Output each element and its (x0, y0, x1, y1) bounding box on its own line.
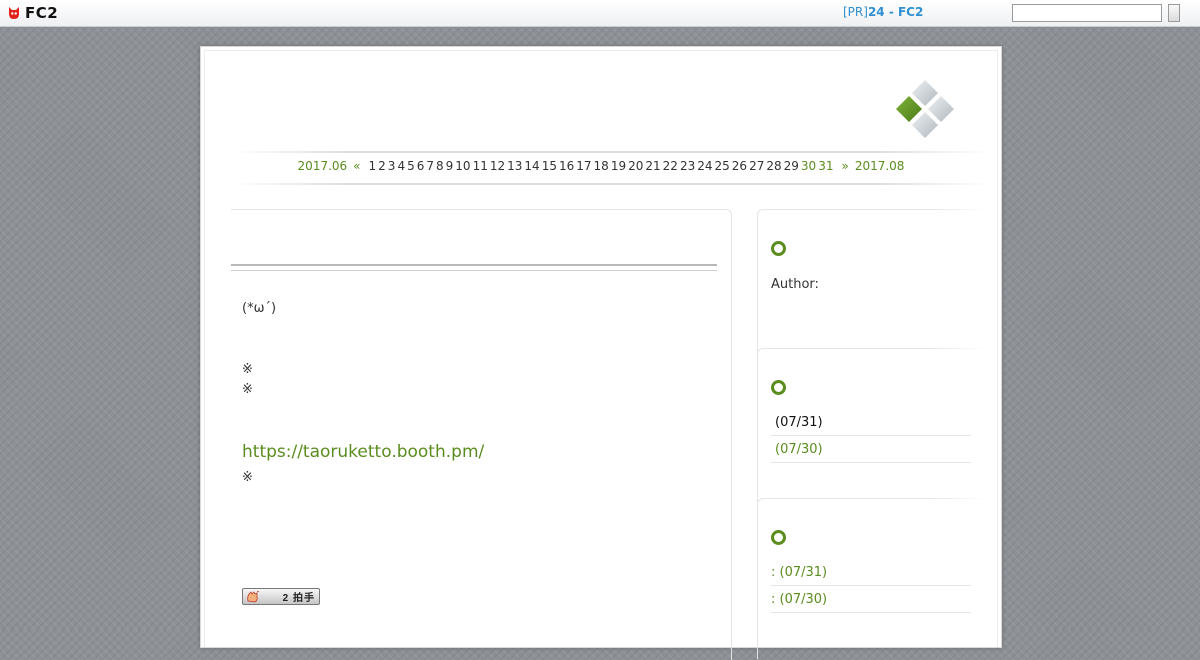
blog-page: 2017.06 «1 2 3 4 5 6 7 8 9 10 11 12 13 14 15 16 17 18 19 20 2… (200, 46, 1002, 660)
pr-ad-link[interactable]: [PR]24 - FC2 (843, 5, 923, 19)
calendar-day: 14 (524, 159, 540, 173)
fc2-logo[interactable]: FC2 (6, 4, 58, 22)
calendar-day: 8 (436, 159, 444, 173)
calendar-day: 17 (576, 159, 592, 173)
recent-comment-item[interactable]: : (07/31) (771, 560, 971, 586)
calendar-day: 24 (697, 159, 713, 173)
recent-entry-item[interactable]: (07/31) (771, 410, 971, 436)
booth-link[interactable]: https://taoruketto.booth.pm/ (242, 442, 484, 462)
entry-mark: ※ (242, 470, 253, 485)
entry-mark: ※ (242, 362, 253, 377)
calendar-day: 21 (645, 159, 661, 173)
sidebar-border-fade (928, 498, 988, 500)
fc2-logo-text: FC2 (25, 4, 59, 22)
author-label: Author: (771, 277, 819, 292)
section-ring-icon (771, 530, 786, 545)
calendar-next-month[interactable]: 2017.08 (855, 159, 905, 173)
section-ring-icon (771, 241, 786, 256)
calendar-day: 12 (489, 159, 506, 173)
blog-entry: (*ω´) ※ ※ https://taoruketto.booth.pm/ ※… (231, 209, 732, 660)
recent-entry-item[interactable]: (07/30) (771, 437, 971, 463)
clap-hand-icon (247, 590, 260, 602)
calendar-day: 20 (628, 159, 644, 173)
fc2-logo-icon (9, 7, 19, 19)
calendar-day: 5 (407, 159, 415, 173)
sidebar-recent-comments: : (07/31) : (07/30) (757, 498, 988, 659)
calendar-day: 29 (783, 159, 799, 173)
calendar-next-arrow[interactable]: » (841, 159, 848, 173)
calendar-day: 23 (679, 159, 696, 173)
entry-title-rule (231, 264, 717, 271)
clover-logo-icon[interactable] (893, 77, 957, 141)
calendar-day: 13 (507, 159, 523, 173)
search-input[interactable] (1012, 4, 1162, 22)
calendar-prev-month[interactable]: 2017.06 (298, 159, 348, 173)
calendar-day: 27 (749, 159, 765, 173)
sidebar-profile: Author: (757, 209, 988, 360)
sidebar-border-fade (928, 209, 988, 211)
entry-mark: ※ (242, 382, 253, 397)
pr-text: 24 - FC2 (867, 5, 924, 19)
calendar-day: 16 (558, 159, 575, 173)
calendar-day: 9 (445, 159, 454, 173)
calendar-days: 1 2 3 4 5 6 7 8 9 10 11 12 13 14 15 16 17 18 19 20 21 22 23 24 2… (368, 159, 835, 173)
calendar-day[interactable]: 31 (818, 159, 833, 173)
calendar-day: 11 (472, 159, 488, 173)
calendar-day: 22 (662, 159, 678, 173)
calendar-day: 2 (378, 159, 386, 173)
calendar-prev-arrow[interactable]: « (353, 159, 360, 173)
calendar-day[interactable]: 30 (801, 159, 816, 173)
calendar-strip: 2017.06 «1 2 3 4 5 6 7 8 9 10 11 12 13 14 15 16 17 18 19 20 2… (201, 159, 1001, 173)
fc2-header-bar: FC2 [PR]24 - FC2 (0, 0, 1200, 27)
calendar-day: 1 (368, 159, 377, 173)
calendar-day: 28 (766, 159, 782, 173)
calendar-day: 19 (610, 159, 627, 173)
calendar-top-divider (231, 151, 991, 153)
pr-tag: [PR] (843, 5, 868, 19)
sidebar-recent-entries: (07/31) (07/30) (757, 348, 988, 509)
calendar-day: 10 (455, 159, 471, 173)
recent-comment-item[interactable]: : (07/30) (771, 587, 971, 613)
entry-border-fade (231, 210, 351, 212)
calendar-day: 7 (426, 159, 434, 173)
calendar-day: 4 (397, 159, 406, 173)
sidebar-border-fade (928, 348, 988, 350)
calendar-day: 15 (541, 159, 557, 173)
calendar-bottom-divider (231, 183, 991, 185)
calendar-day: 3 (387, 159, 396, 173)
calendar-day: 18 (593, 159, 609, 173)
clap-button[interactable]: 2 拍手 (242, 588, 320, 605)
calendar-day: 25 (714, 159, 730, 173)
section-ring-icon (771, 380, 786, 395)
clap-count: 2 拍手 (282, 593, 315, 604)
calendar-day: 26 (731, 159, 748, 173)
entry-face: (*ω´) (242, 301, 277, 316)
search-button[interactable] (1168, 4, 1180, 22)
calendar-day: 6 (416, 159, 425, 173)
